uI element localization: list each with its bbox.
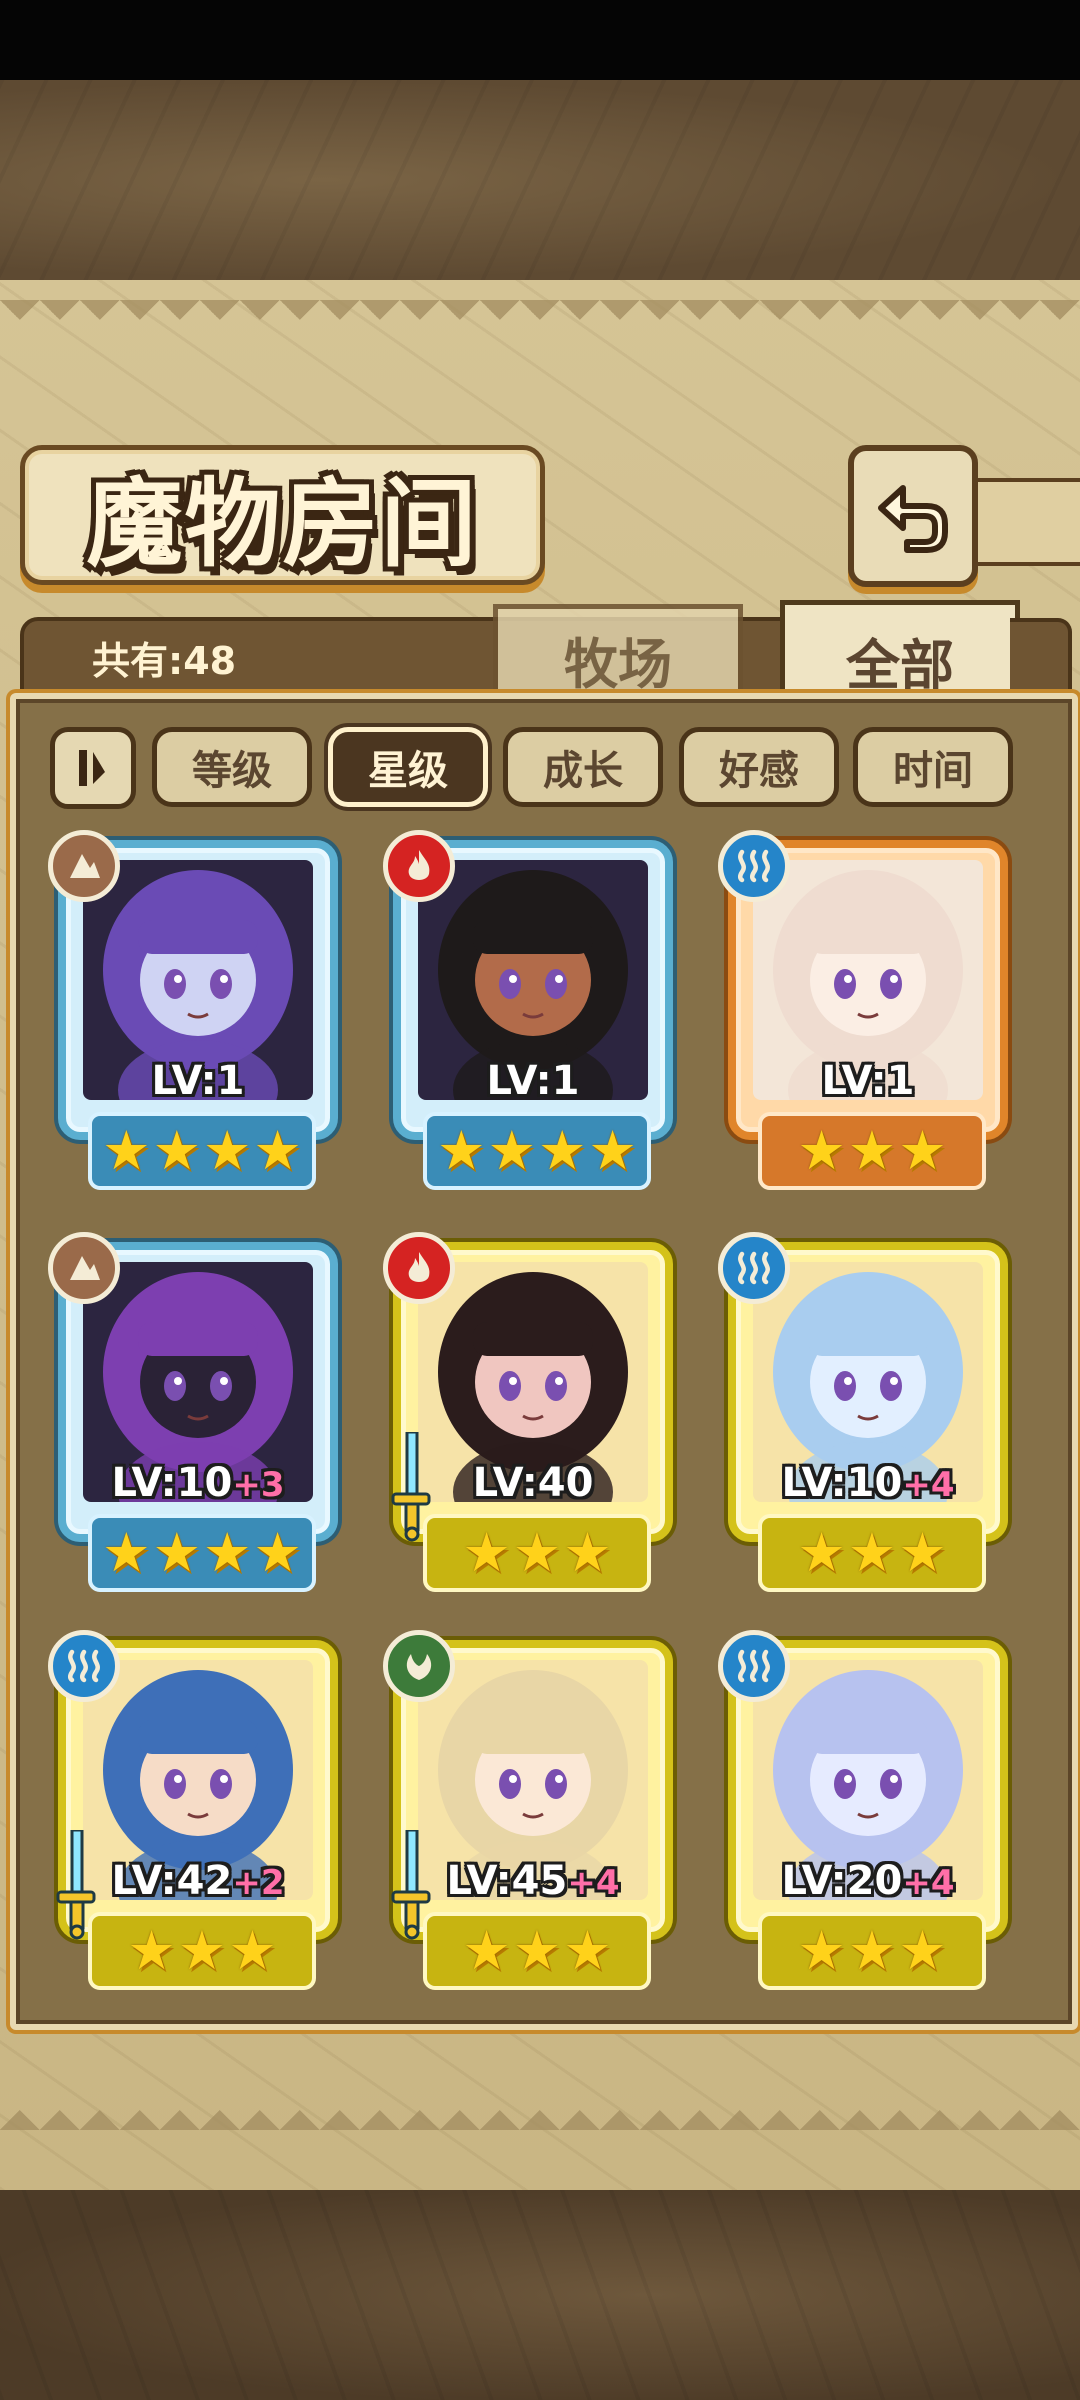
level-value: LV:20 — [781, 1858, 903, 1904]
star-icon: ★ — [228, 1919, 277, 1982]
star-icon: ★ — [847, 1919, 897, 1982]
status-bar — [0, 0, 1080, 80]
level-value: LV:1 — [821, 1058, 915, 1104]
star-icon: ★ — [797, 1919, 846, 1982]
star-icon: ★ — [203, 1119, 252, 1182]
filter-stars[interactable]: 星级 — [328, 727, 488, 807]
star-icon: ★ — [898, 1119, 947, 1182]
star-icon: ★ — [898, 1919, 947, 1982]
star-icon: ★ — [177, 1919, 227, 1982]
star-icon: ★ — [588, 1119, 637, 1182]
star-rating: ★ ★ ★ ★ — [88, 1112, 316, 1190]
star-icon: ★ — [253, 1119, 302, 1182]
monster-card[interactable]: BLV:1★★★ — [718, 830, 1018, 1190]
star-icon: ★ — [797, 1521, 846, 1584]
monster-level: LV:20+4 — [718, 1858, 1018, 1904]
monster-level: LV:1 — [718, 1058, 1018, 1104]
star-icon: ★ — [847, 1119, 897, 1182]
torn-edge-bottom — [0, 2090, 1080, 2130]
monster-level: LV:1 — [48, 1058, 348, 1104]
star-rating: ★ ★ ★ — [758, 1912, 986, 1990]
star-icon: ★ — [563, 1919, 612, 1982]
water-element-icon — [48, 1630, 120, 1702]
torn-edge-top — [0, 300, 1080, 340]
monster-card[interactable]: SLV:45+4★★★ — [383, 1630, 683, 1990]
monster-level: LV:42+2 — [48, 1858, 348, 1904]
star-icon: ★ — [102, 1119, 151, 1182]
star-icon: ★ — [102, 1521, 151, 1584]
filter-affection[interactable]: 好感 — [679, 727, 839, 807]
star-icon: ★ — [437, 1119, 486, 1182]
star-icon: ★ — [152, 1119, 201, 1182]
water-element-icon — [718, 830, 790, 902]
level-bonus: +3 — [232, 1465, 285, 1505]
monster-level: LV:10+3 — [48, 1460, 348, 1506]
filter-growth[interactable]: 成长 — [503, 727, 663, 807]
level-value: LV:45 — [446, 1858, 568, 1904]
back-button[interactable] — [848, 445, 978, 587]
monster-card[interactable]: SLV:10+4★★★ — [718, 1232, 1018, 1592]
wood-element-icon — [383, 1630, 455, 1702]
star-icon: ★ — [898, 1521, 947, 1584]
star-icon: ★ — [127, 1919, 176, 1982]
star-icon: ★ — [462, 1521, 511, 1584]
star-icon: ★ — [203, 1521, 252, 1584]
fire-element-icon — [383, 1232, 455, 1304]
monster-level: LV:10+4 — [718, 1460, 1018, 1506]
star-icon: ★ — [538, 1119, 587, 1182]
star-rating: ★ ★ ★ — [88, 1912, 316, 1990]
star-icon: ★ — [462, 1919, 511, 1982]
back-button-strip — [970, 478, 1080, 566]
monster-level: LV:1 — [383, 1058, 683, 1104]
earth-element-icon — [48, 1232, 120, 1304]
monster-card[interactable]: ALV:1★★★★ — [48, 830, 348, 1190]
map-background-top — [0, 80, 1080, 280]
water-element-icon — [718, 1232, 790, 1304]
back-arrow-icon — [878, 485, 948, 553]
level-bonus: +4 — [567, 1863, 620, 1903]
tab-strip — [1010, 618, 1072, 702]
star-icon: ★ — [512, 1521, 562, 1584]
level-value: LV:1 — [151, 1058, 245, 1104]
water-element-icon — [718, 1630, 790, 1702]
monster-card[interactable]: ALV:1★★★★ — [383, 830, 683, 1190]
level-value: LV:42 — [111, 1858, 233, 1904]
page-title: 魔物房间 — [86, 467, 479, 580]
star-rating: ★ ★ ★ — [758, 1514, 986, 1592]
star-icon: ★ — [797, 1119, 846, 1182]
level-bonus: +4 — [902, 1465, 955, 1505]
star-rating: ★ ★ ★ ★ — [88, 1514, 316, 1592]
filter-level[interactable]: 等级 — [152, 727, 312, 807]
star-rating: ★ ★ ★ — [758, 1112, 986, 1190]
monster-card[interactable]: SLV:40★★★ — [383, 1232, 683, 1592]
star-icon: ★ — [487, 1119, 536, 1182]
sort-order-icon — [79, 750, 105, 786]
star-icon: ★ — [847, 1521, 897, 1584]
monster-card[interactable]: SLV:42+2★★★ — [48, 1630, 348, 1990]
star-rating: ★ ★ ★ — [423, 1514, 651, 1592]
fire-element-icon — [383, 830, 455, 902]
level-bonus: +2 — [232, 1863, 285, 1903]
level-value: LV:40 — [472, 1460, 594, 1506]
star-rating: ★ ★ ★ ★ — [423, 1112, 651, 1190]
star-icon: ★ — [512, 1919, 562, 1982]
earth-element-icon — [48, 830, 120, 902]
level-value: LV:1 — [486, 1058, 580, 1104]
monster-level: LV:40 — [383, 1460, 683, 1506]
map-background-bottom — [0, 2190, 1080, 2400]
monster-count: 共有:48 — [92, 639, 237, 683]
star-icon: ★ — [152, 1521, 201, 1584]
page-title-plate: 魔物房间 — [20, 445, 545, 585]
monster-card[interactable]: ALV:10+3★★★★ — [48, 1232, 348, 1592]
sort-order-toggle[interactable] — [50, 727, 136, 809]
monster-card[interactable]: SLV:20+4★★★ — [718, 1630, 1018, 1990]
filter-time[interactable]: 时间 — [853, 727, 1013, 807]
monster-level: LV:45+4 — [383, 1858, 683, 1904]
level-value: LV:10 — [781, 1460, 903, 1506]
level-bonus: +4 — [902, 1863, 955, 1903]
star-rating: ★ ★ ★ — [423, 1912, 651, 1990]
star-icon: ★ — [253, 1521, 302, 1584]
level-value: LV:10 — [111, 1460, 233, 1506]
star-icon: ★ — [563, 1521, 612, 1584]
